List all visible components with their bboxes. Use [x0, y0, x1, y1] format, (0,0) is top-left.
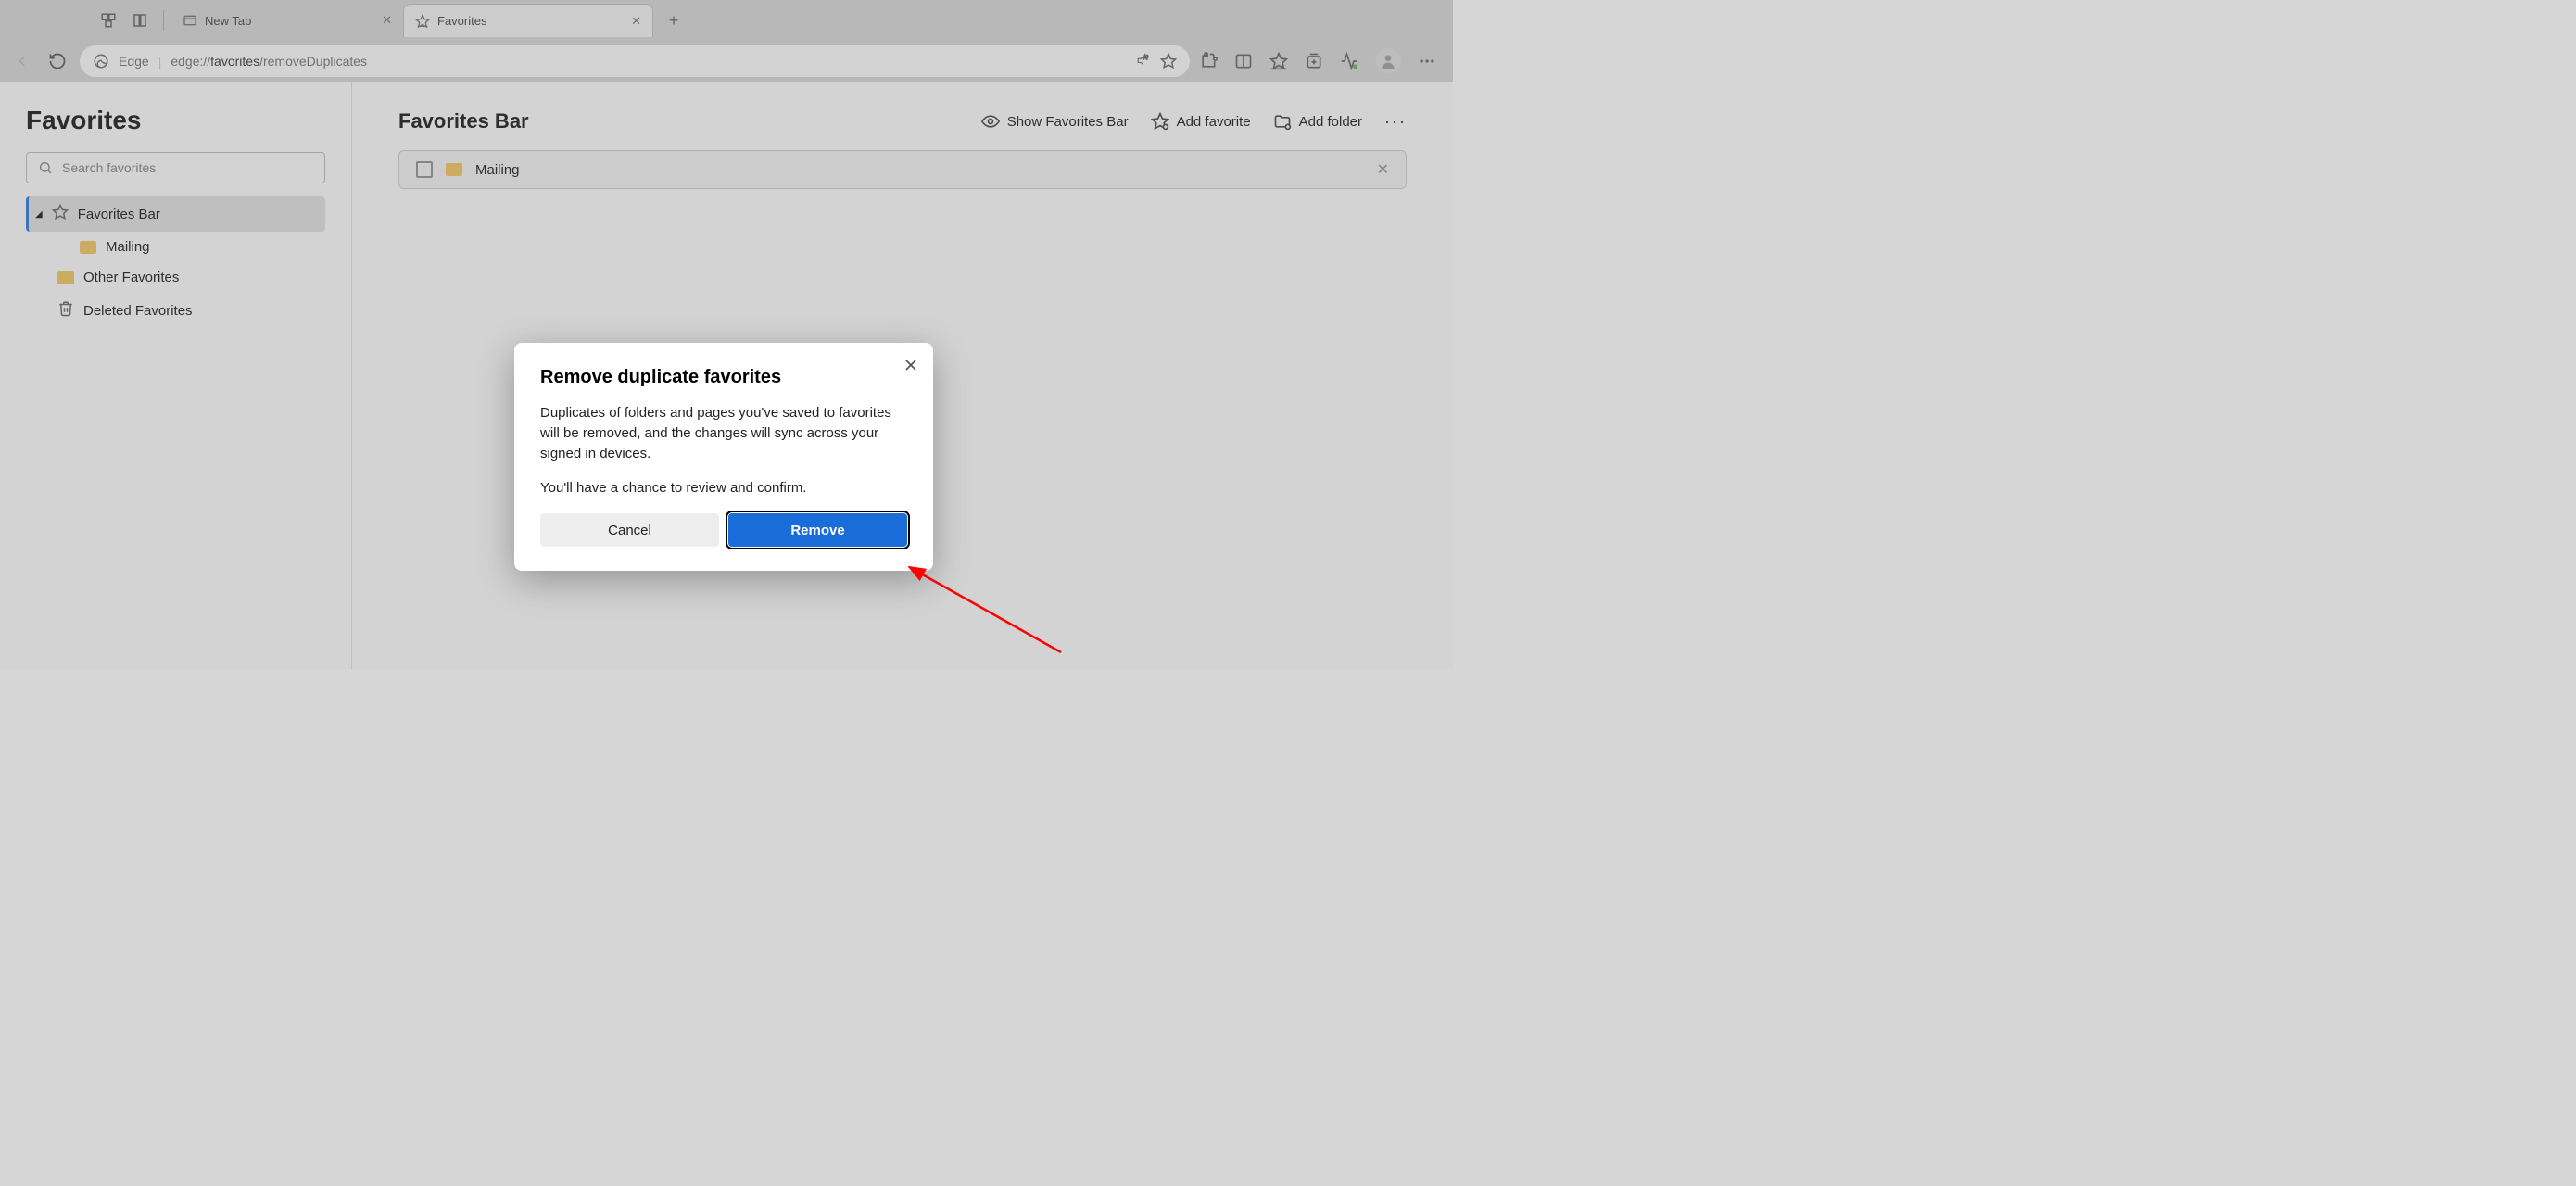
tab-favorites[interactable]: Favorites ✕ — [403, 4, 653, 37]
expand-arrow-icon[interactable]: ◢ — [35, 209, 43, 220]
add-favorite-button[interactable]: Add favorite — [1151, 112, 1251, 131]
remove-button[interactable]: Remove — [728, 513, 907, 547]
add-folder-button[interactable]: Add folder — [1273, 112, 1362, 131]
edge-logo-icon — [93, 53, 109, 69]
toolbar: Edge | edge://favorites/removeDuplicates… — [0, 41, 1453, 82]
tree-label: Other Favorites — [83, 270, 179, 285]
divider — [163, 10, 164, 31]
dialog-title: Remove duplicate favorites — [540, 367, 907, 388]
refresh-button[interactable] — [44, 48, 70, 74]
favorite-row-mailing[interactable]: Mailing ✕ — [398, 150, 1407, 189]
main-header: Favorites Bar Show Favorites Bar Add fav… — [398, 109, 1407, 133]
dialog-buttons: Cancel Remove — [540, 513, 907, 547]
remove-duplicates-dialog: Remove duplicate favorites Duplicates of… — [514, 343, 933, 571]
tree-item-deleted-favorites[interactable]: Deleted Favorites — [26, 293, 325, 328]
tree-item-favorites-bar[interactable]: ◢ Favorites Bar — [26, 196, 325, 232]
new-tab-page-icon — [183, 13, 197, 28]
workspaces-icon[interactable] — [100, 12, 117, 29]
action-label: Add favorite — [1177, 114, 1251, 130]
split-screen-icon[interactable] — [1234, 52, 1253, 70]
svg-text:A⁾: A⁾ — [1143, 55, 1149, 61]
more-options-button[interactable]: ··· — [1384, 112, 1407, 132]
tab-strip: New Tab ✕ Favorites ✕ + — [0, 0, 1453, 41]
dialog-close-button[interactable] — [902, 356, 920, 374]
action-label: Add folder — [1299, 114, 1362, 130]
page-title: Favorites Bar — [398, 109, 529, 133]
tab-close-button[interactable]: ✕ — [382, 13, 392, 28]
favorites-hub-icon[interactable] — [1269, 52, 1288, 70]
site-identity-label: Edge — [119, 54, 149, 69]
read-aloud-icon[interactable]: A⁾ — [1134, 53, 1151, 69]
show-favorites-bar-button[interactable]: Show Favorites Bar — [981, 112, 1129, 131]
extensions-icon[interactable] — [1199, 52, 1218, 70]
row-delete-button[interactable]: ✕ — [1377, 160, 1389, 179]
performance-icon[interactable] — [1340, 52, 1358, 70]
favorite-star-icon[interactable] — [1160, 53, 1177, 69]
folder-icon — [57, 271, 74, 284]
trash-icon — [57, 300, 74, 321]
sidebar-title: Favorites — [26, 106, 325, 135]
dialog-body-1: Duplicates of folders and pages you've s… — [540, 403, 907, 463]
folder-icon — [80, 241, 96, 254]
tab-overview-icon[interactable] — [132, 12, 148, 29]
url-text: edge://favorites/removeDuplicates — [170, 54, 367, 69]
tree-item-other-favorites[interactable]: Other Favorites — [26, 262, 325, 293]
divider: | — [158, 54, 162, 69]
action-label: Show Favorites Bar — [1007, 114, 1129, 130]
dialog-body-2: You'll have a chance to review and confi… — [540, 478, 907, 498]
folder-plus-icon — [1273, 112, 1292, 131]
sidebar: Favorites ◢ Favorites Bar Mailing Other … — [0, 82, 352, 669]
favorites-tree: ◢ Favorites Bar Mailing Other Favorites … — [26, 196, 325, 328]
search-favorites-box[interactable] — [26, 152, 325, 183]
row-label: Mailing — [475, 162, 520, 178]
tree-label: Favorites Bar — [78, 207, 160, 222]
tab-close-button[interactable]: ✕ — [631, 14, 641, 29]
tab-new-tab[interactable]: New Tab ✕ — [171, 4, 403, 37]
back-button[interactable] — [9, 48, 35, 74]
star-plus-icon — [1151, 112, 1169, 131]
tab-label: Favorites — [437, 14, 486, 28]
star-icon — [52, 204, 69, 224]
favorites-star-icon — [415, 14, 430, 29]
tree-label: Deleted Favorites — [83, 303, 193, 319]
cancel-button[interactable]: Cancel — [540, 513, 719, 547]
address-bar[interactable]: Edge | edge://favorites/removeDuplicates… — [80, 45, 1190, 77]
profile-avatar[interactable] — [1375, 48, 1401, 74]
new-tab-button[interactable]: + — [661, 7, 687, 33]
more-menu-icon[interactable] — [1418, 52, 1436, 70]
search-icon — [38, 160, 53, 175]
tree-label: Mailing — [106, 239, 150, 255]
tab-label: New Tab — [205, 14, 251, 28]
row-checkbox[interactable] — [416, 161, 433, 178]
search-input[interactable] — [62, 160, 313, 175]
collections-icon[interactable] — [1305, 52, 1323, 70]
toolbar-right — [1199, 48, 1444, 74]
tree-item-mailing[interactable]: Mailing — [26, 232, 325, 262]
folder-icon — [446, 163, 462, 176]
eye-icon — [981, 112, 1000, 131]
